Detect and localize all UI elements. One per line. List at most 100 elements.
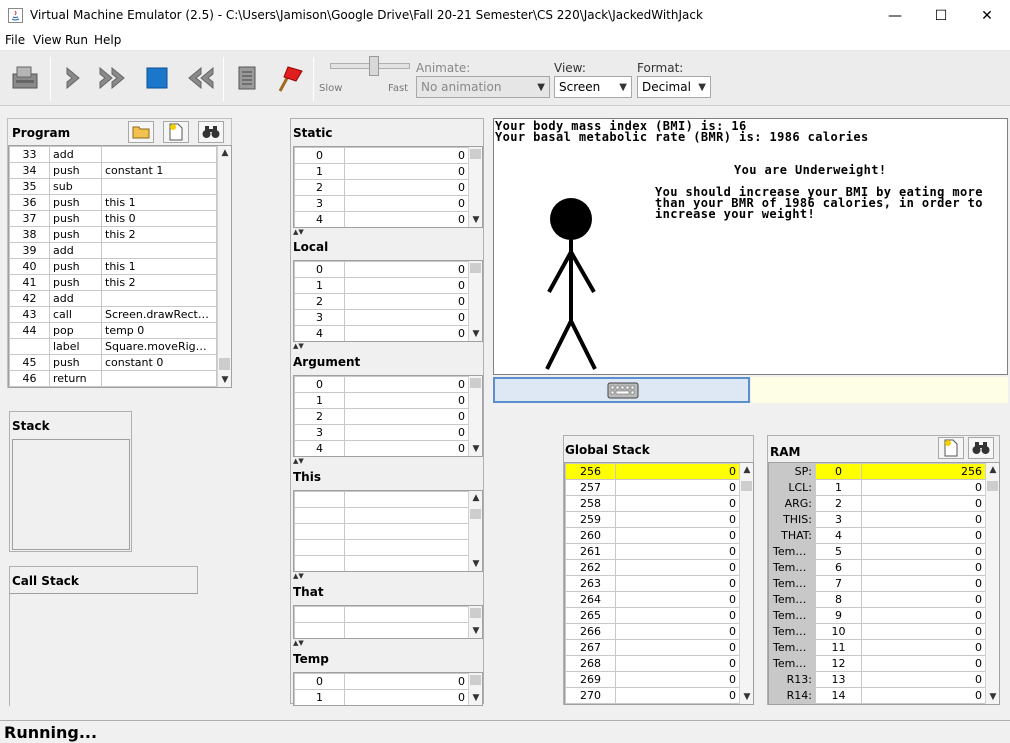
segment-row[interactable]: 40: [294, 440, 469, 456]
menu-file[interactable]: File: [5, 33, 25, 47]
load-program-button[interactable]: [8, 61, 42, 95]
scroll-down-icon[interactable]: ▼: [469, 442, 482, 456]
segment-scrollbar[interactable]: ▲▼: [468, 147, 482, 227]
ram-row[interactable]: Temp2: 7 0: [769, 575, 986, 592]
menu-view[interactable]: View: [33, 33, 61, 47]
scroll-up-icon[interactable]: ▲: [469, 491, 482, 505]
segment-row[interactable]: 00: [294, 673, 469, 690]
segment-scrollbar[interactable]: ▲▼: [468, 491, 482, 571]
segment-local-table[interactable]: 0010203040▲▼: [293, 260, 483, 342]
global-stack-row[interactable]: 259 0: [565, 511, 740, 528]
scroll-down-icon[interactable]: ▼: [469, 624, 482, 638]
segment-temp-table[interactable]: 0010▲▼: [293, 672, 483, 706]
program-row[interactable]: 36 push this 1: [9, 194, 217, 211]
ram-row[interactable]: THAT: 4 0: [769, 527, 986, 544]
scroll-thumb[interactable]: [470, 149, 481, 159]
animate-select[interactable]: No animation ▼: [416, 76, 550, 98]
segment-static-table[interactable]: 0010203040▲▼: [293, 146, 483, 228]
global-stack-row[interactable]: 260 0: [565, 527, 740, 544]
segment-row[interactable]: 20: [294, 408, 469, 425]
reset-button[interactable]: [182, 61, 216, 95]
ram-row[interactable]: THIS: 3 0: [769, 511, 986, 528]
program-row[interactable]: 40 push this 1: [9, 258, 217, 275]
segment-row[interactable]: 10: [294, 277, 469, 294]
segment-row[interactable]: [294, 606, 469, 623]
segment-row[interactable]: 00: [294, 261, 469, 278]
segment-scrollbar[interactable]: ▲▼: [468, 606, 482, 638]
segment-argument-table[interactable]: 0010203040▲▼: [293, 375, 483, 457]
keyboard-input[interactable]: [493, 377, 750, 403]
global-stack-table[interactable]: 256 0 257 0 258 0 259 0 260 0 261 0 262 0 263 0 264 0 265 0…: [564, 462, 754, 705]
global-stack-scrollbar[interactable]: ▲ ▼: [739, 463, 753, 704]
program-row[interactable]: 43 call Screen.drawRectan...: [9, 306, 217, 323]
fast-forward-button[interactable]: [97, 61, 131, 95]
ram-row[interactable]: Temp5: 10 0: [769, 623, 986, 640]
segment-scrollbar[interactable]: ▲▼: [468, 673, 482, 705]
segment-row[interactable]: 30: [294, 195, 469, 212]
ram-row[interactable]: Temp3: 8 0: [769, 591, 986, 608]
global-stack-row[interactable]: 265 0: [565, 607, 740, 624]
program-row[interactable]: label Square.moveRight$...: [9, 338, 217, 355]
segment-row[interactable]: [294, 507, 469, 524]
scroll-down-icon[interactable]: ▼: [469, 691, 482, 705]
global-stack-row[interactable]: 261 0: [565, 543, 740, 560]
scroll-thumb[interactable]: [741, 481, 752, 491]
ram-row[interactable]: R14: 14 0: [769, 687, 986, 704]
ram-row[interactable]: SP: 0 256: [769, 463, 986, 480]
scroll-thumb[interactable]: [470, 378, 481, 388]
program-row[interactable]: 41 push this 2: [9, 274, 217, 291]
breakpoints-button[interactable]: [272, 61, 306, 95]
scroll-down-icon[interactable]: ▼: [469, 557, 482, 571]
global-stack-row[interactable]: 256 0: [565, 463, 740, 480]
script-button[interactable]: [230, 61, 264, 95]
segment-row[interactable]: 00: [294, 376, 469, 393]
segment-row[interactable]: 10: [294, 689, 469, 705]
scroll-down-icon[interactable]: ▼: [986, 690, 999, 704]
scroll-thumb[interactable]: [470, 509, 481, 519]
program-row[interactable]: 46 return: [9, 370, 217, 387]
global-stack-row[interactable]: 269 0: [565, 671, 740, 688]
segment-row[interactable]: 30: [294, 424, 469, 441]
segment-row[interactable]: [294, 523, 469, 540]
program-row[interactable]: 39 add: [9, 242, 217, 259]
view-select[interactable]: Screen ▼: [554, 76, 632, 98]
segment-row[interactable]: 20: [294, 179, 469, 196]
global-stack-row[interactable]: 263 0: [565, 575, 740, 592]
ram-scrollbar[interactable]: ▲ ▼: [985, 463, 999, 704]
stop-button[interactable]: [140, 61, 174, 95]
segment-row[interactable]: 10: [294, 392, 469, 409]
scroll-down-icon[interactable]: ▼: [469, 327, 482, 341]
segment-row[interactable]: 00: [294, 147, 469, 164]
scroll-thumb[interactable]: [470, 608, 481, 618]
maximize-button[interactable]: ☐: [918, 0, 964, 31]
scroll-thumb[interactable]: [470, 675, 481, 685]
scroll-thumb[interactable]: [219, 358, 230, 370]
scroll-up-icon[interactable]: ▲: [740, 463, 753, 477]
segment-row[interactable]: 40: [294, 211, 469, 227]
program-row[interactable]: 37 push this 0: [9, 210, 217, 227]
format-select[interactable]: Decimal ▼: [637, 76, 711, 98]
segment-scrollbar[interactable]: ▲▼: [468, 261, 482, 341]
global-stack-row[interactable]: 270 0: [565, 687, 740, 704]
open-program-button[interactable]: [128, 121, 154, 143]
program-table[interactable]: 33 add 34 push constant 1 35 sub 36 push this 1 37…: [8, 145, 232, 388]
menu-run[interactable]: Run: [65, 33, 88, 47]
segment-row[interactable]: 40: [294, 325, 469, 341]
global-stack-row[interactable]: 266 0: [565, 623, 740, 640]
segment-row[interactable]: [294, 555, 469, 571]
ram-find-button[interactable]: [968, 437, 994, 459]
scroll-down-icon[interactable]: ▼: [218, 373, 231, 387]
program-row[interactable]: 42 add: [9, 290, 217, 307]
single-step-button[interactable]: [56, 61, 90, 95]
ram-row[interactable]: Temp4: 9 0: [769, 607, 986, 624]
new-file-button[interactable]: [163, 121, 189, 143]
ram-row[interactable]: Temp6: 11 0: [769, 639, 986, 656]
global-stack-row[interactable]: 257 0: [565, 479, 740, 496]
menu-help[interactable]: Help: [94, 33, 121, 47]
segment-this-table[interactable]: ▲ ▼: [293, 490, 483, 572]
program-row[interactable]: 44 pop temp 0: [9, 322, 217, 339]
scroll-thumb[interactable]: [470, 263, 481, 273]
segment-scrollbar[interactable]: ▲▼: [468, 376, 482, 456]
ram-row[interactable]: Temp7: 12 0: [769, 655, 986, 672]
ram-table[interactable]: SP: 0 256 LCL: 1 0 ARG: 2 0 THIS: 3 0 THAT: 4 0 Temp0: 5…: [768, 462, 1000, 705]
